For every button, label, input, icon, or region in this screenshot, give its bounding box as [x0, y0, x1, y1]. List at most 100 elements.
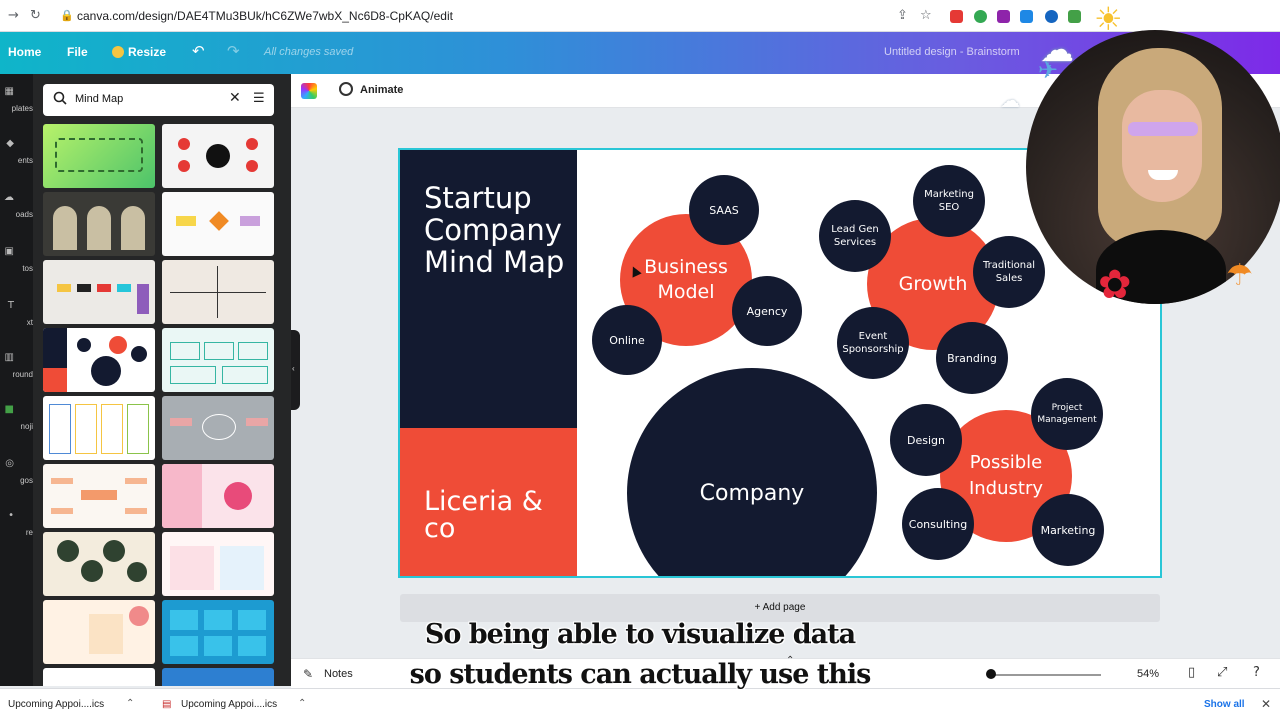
crown-icon: [112, 46, 124, 58]
rail-item-templates[interactable]: plates: [0, 104, 33, 113]
presenter-glasses: [1128, 122, 1198, 136]
text-icon[interactable]: T: [0, 300, 14, 311]
extension-icon[interactable]: [997, 10, 1010, 23]
template-thumbnail[interactable]: [43, 192, 155, 256]
photos-icon[interactable]: ▣: [0, 246, 14, 257]
template-thumbnail[interactable]: [43, 260, 155, 324]
address-bar[interactable]: canva.com/design/DAE4TMu3BUk/hC6ZWe7wbX_…: [77, 9, 453, 23]
template-thumbnail[interactable]: [162, 464, 274, 528]
event-sponsorship-circle[interactable]: Event Sponsorship: [837, 307, 909, 379]
animate-button[interactable]: Animate: [360, 84, 403, 96]
clear-search-icon[interactable]: ✕: [229, 90, 241, 106]
node-label: Event Sponsorship: [842, 331, 904, 355]
agency-circle[interactable]: Agency: [732, 276, 802, 346]
node-label: Project Management: [1037, 403, 1097, 425]
forward-icon[interactable]: →: [8, 8, 19, 23]
home-button[interactable]: Home: [8, 45, 41, 59]
extension-icon[interactable]: [1045, 10, 1058, 23]
project-management-circle[interactable]: Project Management: [1031, 378, 1103, 450]
saas-circle[interactable]: SAAS: [689, 175, 759, 245]
browser-toolbar: → ↻ 🔒 canva.com/design/DAE4TMu3BUk/hC6ZW…: [0, 0, 1280, 32]
undo-icon[interactable]: ↶: [192, 42, 205, 60]
design-circle[interactable]: Design: [890, 404, 962, 476]
extension-icon[interactable]: [974, 10, 987, 23]
rail-item-emoji[interactable]: noji: [0, 422, 33, 431]
uploads-icon[interactable]: ☁: [0, 192, 14, 203]
chevron-up-icon[interactable]: ⌃: [298, 698, 306, 709]
rail-item-elements[interactable]: ents: [0, 156, 33, 165]
resize-button[interactable]: Resize: [112, 45, 166, 59]
node-label: Branding: [947, 351, 997, 365]
rail-item-logos[interactable]: gos: [0, 476, 33, 485]
brand-name[interactable]: Liceria & co: [424, 488, 574, 542]
node-label: Online: [609, 333, 645, 347]
chevron-up-icon[interactable]: ⌃: [126, 698, 134, 709]
online-circle[interactable]: Online: [592, 305, 662, 375]
animate-icon[interactable]: [339, 82, 353, 96]
branding-circle[interactable]: Branding: [936, 322, 1008, 394]
node-label: SAAS: [709, 203, 739, 217]
sun-sticker-icon: ☀: [1094, 0, 1123, 38]
color-picker-icon[interactable]: [301, 83, 317, 99]
caption-line-1: So being able to visualize data: [424, 619, 856, 650]
marketing-seo-circle[interactable]: Marketing SEO: [913, 165, 985, 237]
rail-item-photos[interactable]: tos: [0, 264, 33, 273]
search-icon: [53, 91, 67, 105]
search-input[interactable]: Mind Map: [75, 93, 123, 105]
close-icon[interactable]: ✕: [1261, 697, 1271, 711]
more-icon[interactable]: •: [0, 510, 14, 521]
node-label: Agency: [746, 304, 788, 318]
umbrella-sticker-icon: ☂: [1226, 258, 1253, 293]
bookmark-star-icon[interactable]: ☆: [920, 8, 932, 23]
design-heading[interactable]: Startup Company Mind Map: [424, 182, 574, 278]
logos-icon[interactable]: ◎: [0, 458, 14, 469]
template-thumbnail[interactable]: [43, 396, 155, 460]
template-thumbnail[interactable]: [162, 124, 274, 188]
design-title[interactable]: Untitled design - Brainstorm: [884, 46, 1020, 58]
template-thumbnail[interactable]: [162, 396, 274, 460]
template-thumbnail[interactable]: [162, 260, 274, 324]
emoji-icon[interactable]: ■: [0, 404, 14, 415]
templates-icon[interactable]: ▦: [0, 86, 14, 97]
elements-icon[interactable]: ◆: [0, 138, 14, 149]
rail-item-text[interactable]: xt: [0, 318, 33, 327]
template-thumbnail[interactable]: [43, 464, 155, 528]
lead-gen-circle[interactable]: Lead Gen Services: [819, 200, 891, 272]
airplane-sticker-icon: ✈: [1038, 56, 1059, 84]
extension-icon[interactable]: [1020, 10, 1033, 23]
node-label: Company: [699, 480, 805, 506]
resize-label: Resize: [128, 45, 167, 59]
download-item[interactable]: Upcoming Appoi....ics: [8, 699, 104, 710]
lock-icon[interactable]: 🔒: [60, 9, 74, 22]
show-all-button[interactable]: Show all: [1204, 699, 1245, 710]
consulting-circle[interactable]: Consulting: [902, 488, 974, 560]
reload-icon[interactable]: ↻: [30, 8, 41, 23]
share-icon[interactable]: ⇪: [897, 8, 908, 23]
rail-item-more[interactable]: re: [0, 528, 33, 537]
chevron-left-icon: ‹: [292, 364, 295, 373]
template-thumbnail[interactable]: [162, 532, 274, 596]
calendar-file-icon: ▤: [162, 699, 172, 710]
rail-item-uploads[interactable]: oads: [0, 210, 33, 219]
filter-icon[interactable]: ☰: [253, 91, 265, 106]
extension-icon[interactable]: [950, 10, 963, 23]
marketing-circle[interactable]: Marketing: [1032, 494, 1104, 566]
cloud-sticker-icon: ☁: [1000, 88, 1020, 112]
redo-icon[interactable]: ↷: [227, 42, 240, 60]
template-thumbnail[interactable]: [43, 124, 155, 188]
file-menu-button[interactable]: File: [67, 45, 88, 59]
template-thumbnail[interactable]: [162, 192, 274, 256]
template-thumbnail[interactable]: [43, 532, 155, 596]
template-search[interactable]: Mind Map ✕ ☰: [43, 84, 274, 116]
traditional-sales-circle[interactable]: Traditional Sales: [973, 236, 1045, 308]
template-thumbnail[interactable]: [162, 328, 274, 392]
node-label: Growth: [898, 273, 968, 295]
company-circle[interactable]: Company: [627, 368, 877, 576]
background-icon[interactable]: ▥: [0, 352, 14, 363]
extension-icon[interactable]: [1068, 10, 1081, 23]
add-page-button[interactable]: + Add page: [400, 594, 1160, 622]
rail-item-background[interactable]: round: [0, 370, 33, 379]
template-thumbnail[interactable]: [43, 328, 155, 392]
panel-collapse-handle[interactable]: ‹: [291, 330, 300, 410]
download-item[interactable]: Upcoming Appoi....ics: [181, 699, 277, 710]
